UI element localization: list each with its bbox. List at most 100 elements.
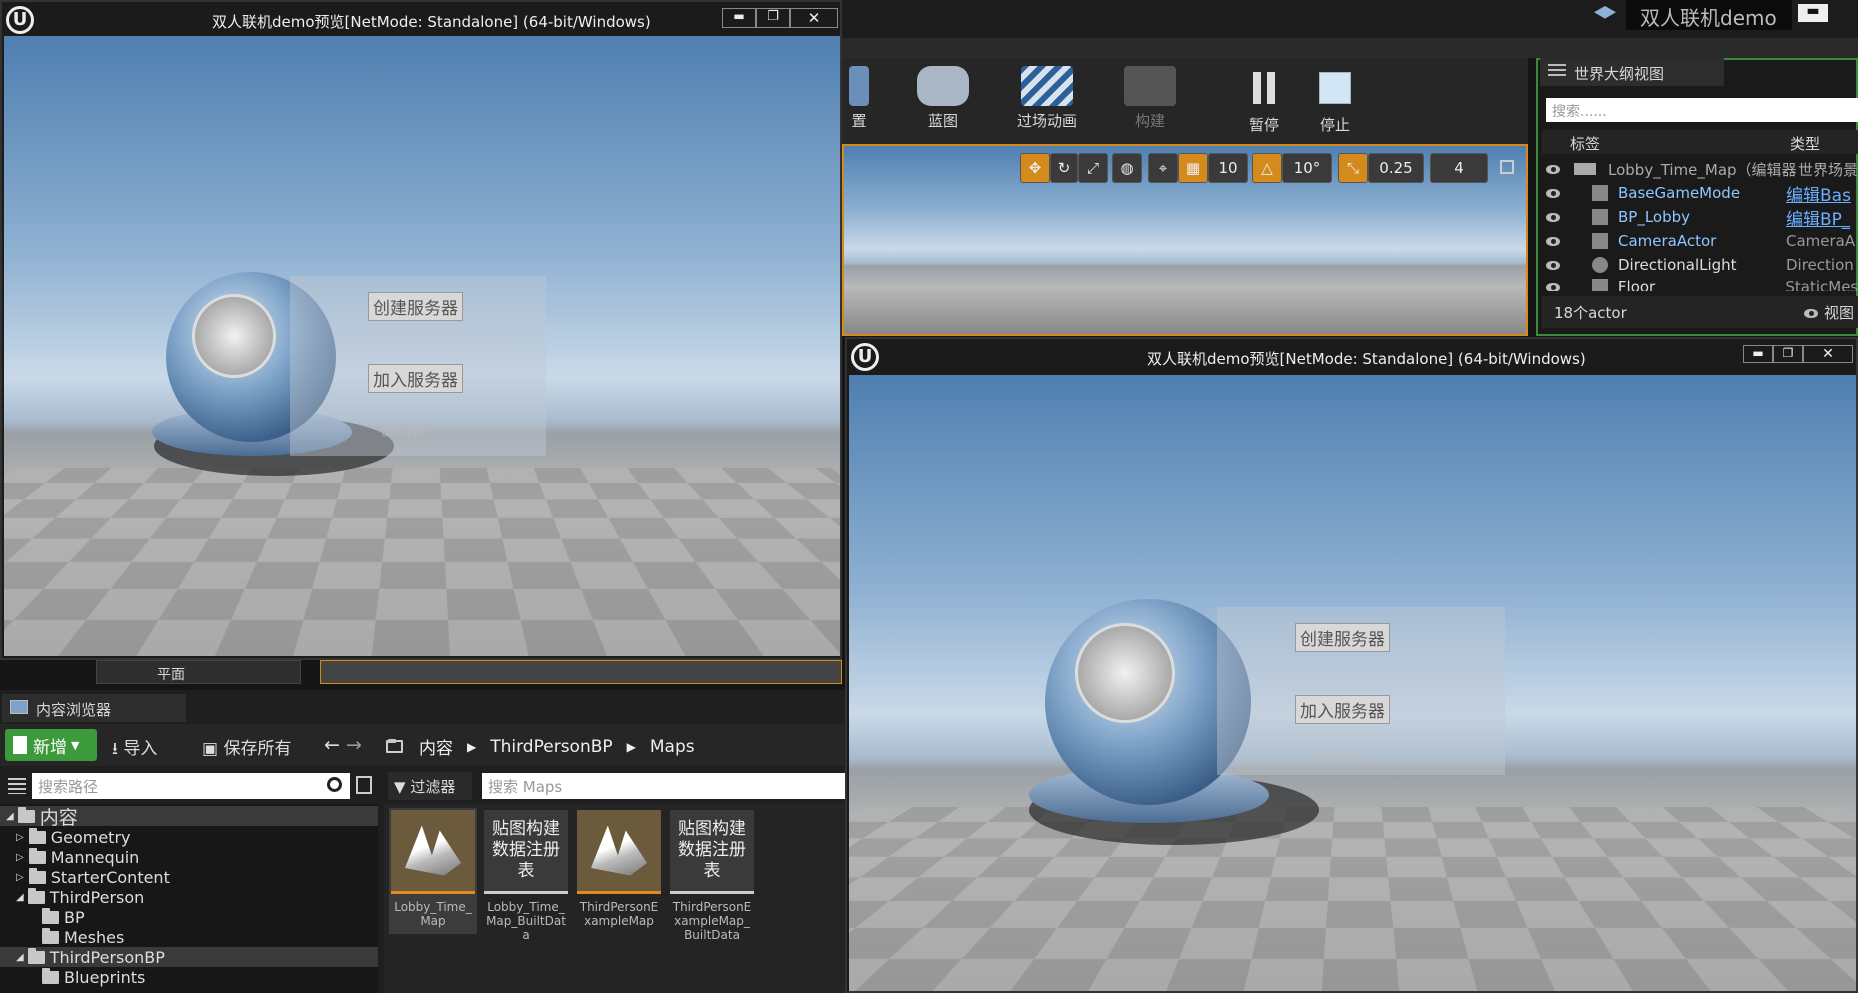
grid-snap-value[interactable]: 10	[1208, 153, 1248, 183]
visibility-eye-icon[interactable]	[1546, 260, 1560, 270]
tree-item[interactable]: BP	[42, 907, 85, 927]
outliner-row-name: BaseGameMode	[1618, 184, 1741, 202]
tree-item[interactable]: Blueprints	[42, 967, 145, 987]
outliner-row[interactable]: BP_Lobby 编辑BP_	[1546, 205, 1858, 230]
breadcrumb-separator-icon: ▶	[467, 739, 477, 754]
asset-search-input[interactable]: 搜索 Maps	[482, 773, 845, 799]
back-arrow-icon[interactable]: ←	[324, 734, 340, 756]
translate-tool-button[interactable]: ✥	[1020, 153, 1050, 183]
tree-item[interactable]: ▷ Geometry	[16, 827, 130, 847]
folder-tree: ◢ 内容 ▷ Geometry ▷ Mannequin ▷ StarterContent…	[0, 804, 378, 993]
asset-thumbnail	[391, 810, 475, 894]
filters-button[interactable]: ▼ 过滤器 ▼	[388, 772, 472, 814]
outliner-search-input[interactable]: 搜索......	[1546, 98, 1858, 122]
folder-icon	[42, 967, 59, 984]
toolbar-settings-button[interactable]: 置	[842, 66, 876, 140]
window-maximize-button[interactable]: ❐	[1773, 345, 1803, 363]
folder-open-icon	[386, 739, 403, 753]
path-view-options-icon[interactable]	[356, 776, 372, 794]
path-search-input[interactable]: 搜索路径	[32, 773, 350, 799]
outliner-row[interactable]: CameraActor CameraA	[1546, 229, 1858, 253]
game-mode-icon	[1592, 185, 1608, 201]
outliner-row-name: Lobby_Time_Map（编辑器	[1608, 160, 1797, 179]
toolbar-build-button[interactable]: 构建	[1100, 66, 1200, 140]
content-browser-tab[interactable]: 内容浏览器	[2, 694, 186, 722]
outliner-col-label[interactable]: 标签	[1570, 133, 1600, 154]
outliner-row[interactable]: Floor StaticMes	[1546, 277, 1858, 291]
game-viewport-2[interactable]: 创建服务器 加入服务器 服务器IP：	[849, 375, 1856, 991]
breadcrumb-item[interactable]: Maps	[650, 737, 695, 757]
asset-name: Lobby_Time_Map	[394, 900, 472, 928]
asset-tile[interactable]: ThirdPersonExampleMap	[575, 810, 663, 928]
visibility-eye-icon[interactable]	[1546, 188, 1560, 198]
create-server-button[interactable]: 创建服务器	[368, 292, 463, 321]
surface-snap-button[interactable]: ⌖	[1148, 153, 1178, 183]
asset-tile[interactable]: 贴图构建数据注册表 Lobby_Time_Map_BuiltData	[482, 810, 570, 942]
save-all-button[interactable]: ▣ 保存所有	[202, 734, 291, 759]
add-new-label: 新增	[33, 737, 67, 758]
toolbar-pause-button[interactable]: 暂停	[1228, 66, 1300, 140]
tree-item-selected[interactable]: ◢ ThirdPersonBP	[0, 947, 378, 967]
tree-item-label: 内容	[39, 806, 78, 829]
visibility-eye-icon[interactable]	[1546, 236, 1560, 246]
breadcrumb-item[interactable]: ThirdPersonBP	[490, 737, 612, 757]
scale-tool-button[interactable]: ⤢	[1078, 153, 1108, 183]
ue-emblem-icon	[1075, 623, 1175, 723]
edit-blueprint-link[interactable]: 编辑Bas	[1786, 181, 1851, 206]
toolbar-cinematics-button[interactable]: 过场动画	[992, 66, 1102, 140]
join-server-button[interactable]: 加入服务器	[1295, 695, 1390, 724]
asset-name: Lobby_Time_Map_BuiltData	[486, 900, 566, 942]
outliner-row-name: CameraActor	[1618, 232, 1717, 250]
outliner-row[interactable]: Lobby_Time_Map（编辑器 世界场景	[1546, 157, 1858, 181]
project-tab[interactable]: 双人联机demo	[1626, 0, 1792, 30]
viewport-tab[interactable]: 平面	[96, 660, 301, 684]
window-minimize-button[interactable]: ▬	[722, 8, 756, 28]
join-server-button[interactable]: 加入服务器	[368, 364, 463, 393]
rotation-snap-value[interactable]: 10°	[1282, 153, 1332, 183]
visibility-eye-icon[interactable]	[1546, 212, 1560, 222]
scale-snap-value[interactable]: 0.25	[1368, 153, 1424, 183]
window-minimize-button[interactable]: ▬	[1743, 345, 1773, 363]
forward-arrow-icon[interactable]: →	[346, 734, 362, 756]
game-viewport-1[interactable]: 创建服务器 加入服务器 服务器IP：	[4, 36, 840, 656]
tree-item[interactable]: Meshes	[42, 927, 124, 947]
editor-minimize-button[interactable]: ▬	[1798, 4, 1828, 22]
camera-icon	[1592, 233, 1608, 249]
rotation-snap-toggle[interactable]: △	[1252, 153, 1282, 183]
camera-speed-button[interactable]: 4	[1430, 153, 1488, 183]
tree-item[interactable]: ◢ ThirdPerson	[16, 887, 144, 907]
outliner-row[interactable]: DirectionalLight Direction	[1546, 253, 1858, 277]
import-button[interactable]: ⭳ 导入	[112, 734, 157, 765]
scale-snap-toggle[interactable]: ⤡	[1338, 153, 1368, 183]
sources-toggle-icon[interactable]	[8, 778, 26, 794]
breadcrumb-item[interactable]: 内容	[419, 734, 453, 759]
maximize-viewport-icon[interactable]	[1500, 160, 1514, 174]
create-server-button[interactable]: 创建服务器	[1295, 623, 1390, 652]
asset-tile[interactable]: Lobby_Time_Map	[389, 808, 477, 934]
outliner-col-type[interactable]: 类型	[1790, 133, 1820, 154]
view-options-button[interactable]: 视图	[1804, 302, 1854, 323]
tree-item[interactable]: ▷ StarterContent	[16, 867, 170, 887]
rotate-tool-button[interactable]: ↻	[1050, 153, 1078, 183]
grid-snap-toggle[interactable]: ▦	[1178, 153, 1208, 183]
window-maximize-button[interactable]: ❐	[756, 8, 790, 28]
toolbar-blueprint-button[interactable]: 蓝图	[898, 66, 988, 140]
outliner-tab-label: 世界大纲视图	[1574, 65, 1665, 83]
visibility-eye-icon[interactable]	[1546, 282, 1560, 291]
outliner-row[interactable]: BaseGameMode 编辑Bas	[1546, 181, 1858, 206]
tree-item[interactable]: ◢ 内容	[0, 806, 378, 829]
tree-item[interactable]: ▷ Mannequin	[16, 847, 139, 867]
outliner-row-type: 世界场景	[1797, 160, 1858, 179]
asset-tile[interactable]: 贴图构建数据注册表 ThirdPersonExampleMap_BuiltDat…	[668, 810, 756, 942]
add-new-button[interactable]: 新增 ▼	[5, 729, 97, 761]
edit-blueprint-link[interactable]: 编辑BP_	[1786, 205, 1850, 230]
ue-emblem-icon	[192, 294, 276, 378]
window-close-button[interactable]: ✕	[790, 8, 838, 28]
window-close-button[interactable]: ✕	[1803, 345, 1853, 363]
toolbar-stop-button[interactable]: 停止	[1302, 66, 1368, 140]
visibility-eye-icon[interactable]	[1546, 164, 1560, 174]
viewport-tab-strip	[320, 660, 842, 684]
stop-icon	[1319, 72, 1351, 104]
world-space-button[interactable]: ◍	[1112, 153, 1142, 183]
outliner-tab[interactable]: 世界大纲视图	[1540, 58, 1724, 86]
